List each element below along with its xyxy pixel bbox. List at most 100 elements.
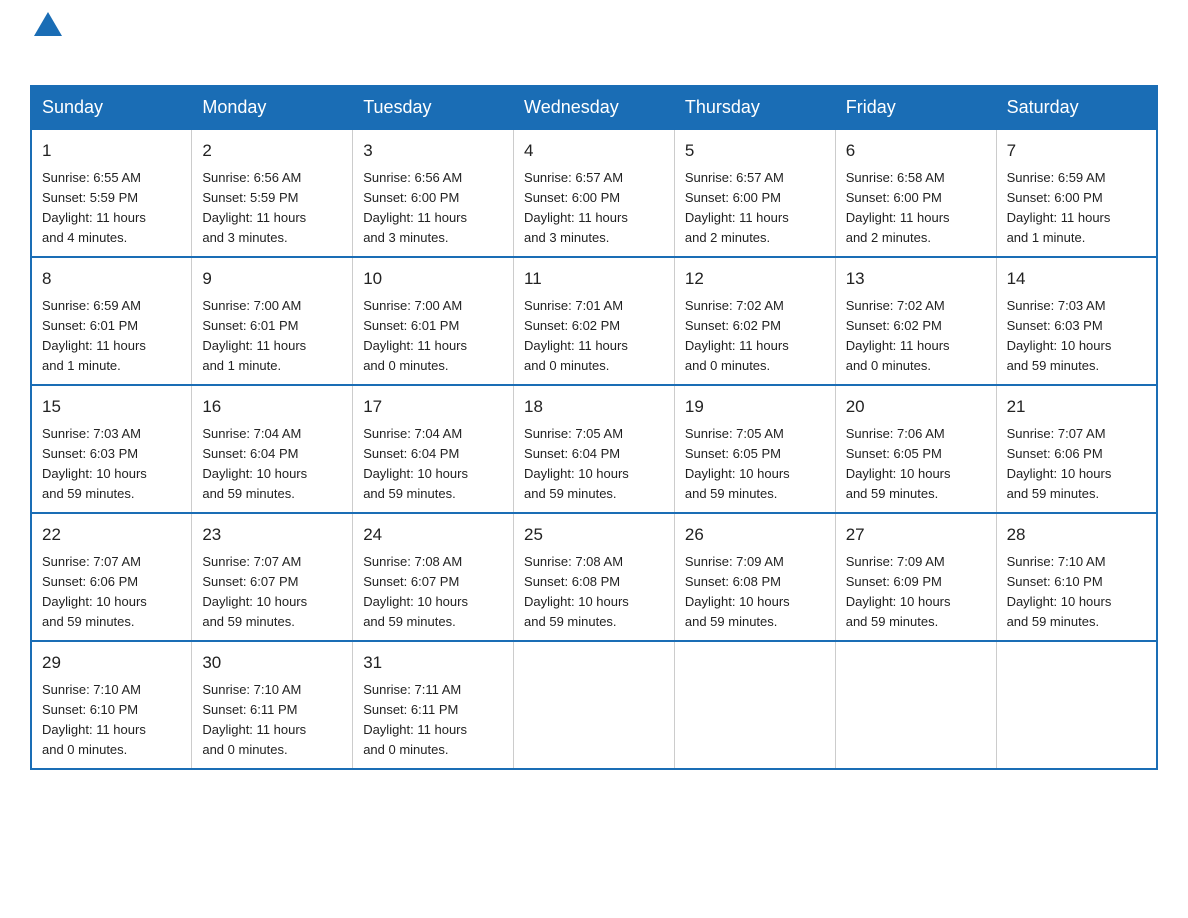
day-cell: 1 Sunrise: 6:55 AMSunset: 5:59 PMDaylight…	[31, 129, 192, 257]
week-row-2: 8 Sunrise: 6:59 AMSunset: 6:01 PMDaylight…	[31, 257, 1157, 385]
day-number: 23	[202, 522, 342, 548]
logo-triangle-icon	[34, 12, 62, 36]
day-cell: 11 Sunrise: 7:01 AMSunset: 6:02 PMDayligh…	[514, 257, 675, 385]
day-info: Sunrise: 6:55 AMSunset: 5:59 PMDaylight:…	[42, 168, 181, 249]
day-number: 19	[685, 394, 825, 420]
day-info: Sunrise: 7:05 AMSunset: 6:04 PMDaylight:…	[524, 424, 664, 505]
weekday-header-monday: Monday	[192, 86, 353, 129]
weekday-header-thursday: Thursday	[674, 86, 835, 129]
day-number: 15	[42, 394, 181, 420]
day-number: 24	[363, 522, 503, 548]
day-cell: 25Sunrise: 7:08 AMSunset: 6:08 PMDayligh…	[514, 513, 675, 641]
week-row-5: 29 Sunrise: 7:10 AMSunset: 6:10 PMDayligh…	[31, 641, 1157, 769]
weekday-header-sunday: Sunday	[31, 86, 192, 129]
day-info: Sunrise: 7:11 AMSunset: 6:11 PMDaylight:…	[363, 680, 503, 761]
day-cell: 20 Sunrise: 7:06 AMSunset: 6:05 PMDayligh…	[835, 385, 996, 513]
day-cell: 14Sunrise: 7:03 AMSunset: 6:03 PMDayligh…	[996, 257, 1157, 385]
day-cell: 6 Sunrise: 6:58 AMSunset: 6:00 PMDaylight…	[835, 129, 996, 257]
day-number: 16	[202, 394, 342, 420]
day-number: 13	[846, 266, 986, 292]
weekday-header-saturday: Saturday	[996, 86, 1157, 129]
day-number: 11	[524, 266, 664, 292]
day-info: Sunrise: 7:02 AMSunset: 6:02 PMDaylight:…	[685, 296, 825, 377]
day-number: 14	[1007, 266, 1146, 292]
day-number: 1	[42, 138, 181, 164]
day-cell: 16 Sunrise: 7:04 AMSunset: 6:04 PMDayligh…	[192, 385, 353, 513]
day-info: Sunrise: 7:03 AMSunset: 6:03 PMDaylight:…	[42, 424, 181, 505]
day-info: Sunrise: 6:56 AMSunset: 5:59 PMDaylight:…	[202, 168, 342, 249]
day-cell: 9Sunrise: 7:00 AMSunset: 6:01 PMDaylight…	[192, 257, 353, 385]
week-row-1: 1 Sunrise: 6:55 AMSunset: 5:59 PMDaylight…	[31, 129, 1157, 257]
day-cell: 19Sunrise: 7:05 AMSunset: 6:05 PMDayligh…	[674, 385, 835, 513]
day-info: Sunrise: 7:04 AMSunset: 6:04 PMDaylight:…	[363, 424, 503, 505]
day-cell: 22 Sunrise: 7:07 AMSunset: 6:06 PMDayligh…	[31, 513, 192, 641]
day-info: Sunrise: 7:09 AMSunset: 6:08 PMDaylight:…	[685, 552, 825, 633]
day-cell: 28 Sunrise: 7:10 AMSunset: 6:10 PMDayligh…	[996, 513, 1157, 641]
day-cell: 17 Sunrise: 7:04 AMSunset: 6:04 PMDayligh…	[353, 385, 514, 513]
day-number: 29	[42, 650, 181, 676]
day-cell: 4 Sunrise: 6:57 AMSunset: 6:00 PMDaylight…	[514, 129, 675, 257]
calendar-table: SundayMondayTuesdayWednesdayThursdayFrid…	[30, 85, 1158, 770]
weekday-header-row: SundayMondayTuesdayWednesdayThursdayFrid…	[31, 86, 1157, 129]
day-cell: 24 Sunrise: 7:08 AMSunset: 6:07 PMDayligh…	[353, 513, 514, 641]
day-cell: 13 Sunrise: 7:02 AMSunset: 6:02 PMDayligh…	[835, 257, 996, 385]
day-cell: 10 Sunrise: 7:00 AMSunset: 6:01 PMDayligh…	[353, 257, 514, 385]
week-row-3: 15 Sunrise: 7:03 AMSunset: 6:03 PMDayligh…	[31, 385, 1157, 513]
day-cell: 30 Sunrise: 7:10 AMSunset: 6:11 PMDayligh…	[192, 641, 353, 769]
day-number: 4	[524, 138, 664, 164]
day-info: Sunrise: 6:57 AMSunset: 6:00 PMDaylight:…	[524, 168, 664, 249]
day-number: 12	[685, 266, 825, 292]
weekday-header-friday: Friday	[835, 86, 996, 129]
day-cell: 21 Sunrise: 7:07 AMSunset: 6:06 PMDayligh…	[996, 385, 1157, 513]
day-number: 3	[363, 138, 503, 164]
weekday-header-tuesday: Tuesday	[353, 86, 514, 129]
day-info: Sunrise: 7:10 AMSunset: 6:11 PMDaylight:…	[202, 680, 342, 761]
day-cell: 18 Sunrise: 7:05 AMSunset: 6:04 PMDayligh…	[514, 385, 675, 513]
day-number: 22	[42, 522, 181, 548]
day-info: Sunrise: 7:04 AMSunset: 6:04 PMDaylight:…	[202, 424, 342, 505]
day-info: Sunrise: 6:59 AMSunset: 6:00 PMDaylight:…	[1007, 168, 1146, 249]
day-cell	[674, 641, 835, 769]
day-number: 18	[524, 394, 664, 420]
day-info: Sunrise: 7:10 AMSunset: 6:10 PMDaylight:…	[1007, 552, 1146, 633]
day-info: Sunrise: 7:07 AMSunset: 6:06 PMDaylight:…	[42, 552, 181, 633]
day-cell: 5 Sunrise: 6:57 AMSunset: 6:00 PMDaylight…	[674, 129, 835, 257]
day-number: 27	[846, 522, 986, 548]
day-number: 20	[846, 394, 986, 420]
day-number: 9	[202, 266, 342, 292]
day-cell: 2 Sunrise: 6:56 AMSunset: 5:59 PMDaylight…	[192, 129, 353, 257]
day-cell: 12 Sunrise: 7:02 AMSunset: 6:02 PMDayligh…	[674, 257, 835, 385]
day-cell: 7Sunrise: 6:59 AMSunset: 6:00 PMDaylight…	[996, 129, 1157, 257]
day-info: Sunrise: 6:59 AMSunset: 6:01 PMDaylight:…	[42, 296, 181, 377]
day-number: 25	[524, 522, 664, 548]
day-info: Sunrise: 7:01 AMSunset: 6:02 PMDaylight:…	[524, 296, 664, 377]
day-info: Sunrise: 7:06 AMSunset: 6:05 PMDaylight:…	[846, 424, 986, 505]
day-cell: 29 Sunrise: 7:10 AMSunset: 6:10 PMDayligh…	[31, 641, 192, 769]
day-cell: 26 Sunrise: 7:09 AMSunset: 6:08 PMDayligh…	[674, 513, 835, 641]
day-info: Sunrise: 7:00 AMSunset: 6:01 PMDaylight:…	[363, 296, 503, 377]
day-number: 31	[363, 650, 503, 676]
day-info: Sunrise: 6:58 AMSunset: 6:00 PMDaylight:…	[846, 168, 986, 249]
day-number: 10	[363, 266, 503, 292]
day-number: 5	[685, 138, 825, 164]
day-cell: 15 Sunrise: 7:03 AMSunset: 6:03 PMDayligh…	[31, 385, 192, 513]
day-number: 21	[1007, 394, 1146, 420]
day-number: 26	[685, 522, 825, 548]
day-number: 28	[1007, 522, 1146, 548]
day-cell: 31 Sunrise: 7:11 AMSunset: 6:11 PMDayligh…	[353, 641, 514, 769]
day-number: 8	[42, 266, 181, 292]
day-number: 2	[202, 138, 342, 164]
day-info: Sunrise: 7:09 AMSunset: 6:09 PMDaylight:…	[846, 552, 986, 633]
day-number: 17	[363, 394, 503, 420]
logo	[30, 20, 62, 67]
day-info: Sunrise: 7:02 AMSunset: 6:02 PMDaylight:…	[846, 296, 986, 377]
day-cell: 8 Sunrise: 6:59 AMSunset: 6:01 PMDaylight…	[31, 257, 192, 385]
day-info: Sunrise: 7:10 AMSunset: 6:10 PMDaylight:…	[42, 680, 181, 761]
day-info: Sunrise: 7:08 AMSunset: 6:07 PMDaylight:…	[363, 552, 503, 633]
day-cell	[996, 641, 1157, 769]
day-info: Sunrise: 7:07 AMSunset: 6:06 PMDaylight:…	[1007, 424, 1146, 505]
day-number: 6	[846, 138, 986, 164]
day-cell: 3Sunrise: 6:56 AMSunset: 6:00 PMDaylight…	[353, 129, 514, 257]
day-info: Sunrise: 6:57 AMSunset: 6:00 PMDaylight:…	[685, 168, 825, 249]
day-number: 30	[202, 650, 342, 676]
